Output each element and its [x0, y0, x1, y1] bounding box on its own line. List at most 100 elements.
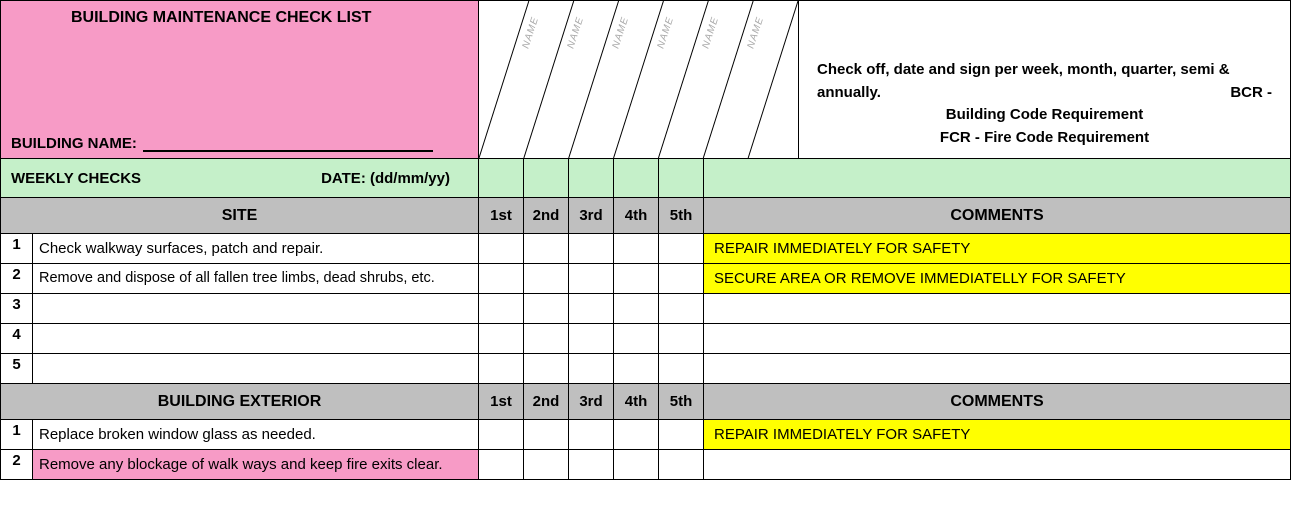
table-row: 2 Remove any blockage of walk ways and k…	[0, 450, 1291, 480]
check-cell[interactable]	[479, 420, 524, 449]
check-cell[interactable]	[569, 324, 614, 353]
check-cell[interactable]	[569, 234, 614, 263]
check-cell[interactable]	[614, 324, 659, 353]
check-cell[interactable]	[479, 234, 524, 263]
row-num: 1	[1, 234, 33, 263]
col-2nd: 2nd	[524, 384, 569, 419]
building-name-label: BUILDING NAME:	[11, 135, 137, 152]
row-desc: Remove and dispose of all fallen tree li…	[33, 264, 479, 293]
table-row: 2 Remove and dispose of all fallen tree …	[0, 264, 1291, 294]
weekly-cells	[479, 159, 704, 197]
instructions-fcr: FCR - Fire Code Requirement	[817, 127, 1272, 150]
check-cell[interactable]	[479, 294, 524, 323]
check-cell[interactable]	[659, 294, 704, 323]
row-comment: SECURE AREA OR REMOVE IMMEDIATELLY FOR S…	[704, 264, 1290, 293]
check-cell[interactable]	[659, 234, 704, 263]
row-comment	[704, 324, 1290, 353]
col-2nd: 2nd	[524, 198, 569, 233]
row-comment	[704, 450, 1290, 479]
row-desc	[33, 294, 479, 323]
check-cell[interactable]	[569, 420, 614, 449]
check-cell[interactable]	[524, 234, 569, 263]
weekly-cell[interactable]	[569, 159, 614, 197]
col-5th: 5th	[659, 198, 704, 233]
weekly-cell[interactable]	[659, 159, 704, 197]
check-cell[interactable]	[614, 264, 659, 293]
row-desc: Remove any blockage of walk ways and kee…	[33, 450, 479, 479]
check-cell[interactable]	[614, 354, 659, 383]
building-name-row: BUILDING NAME:	[11, 135, 433, 152]
col-1st: 1st	[479, 198, 524, 233]
check-cell[interactable]	[659, 450, 704, 479]
page-title: BUILDING MAINTENANCE CHECK LIST	[71, 9, 468, 27]
check-cell[interactable]	[614, 450, 659, 479]
row-comment	[704, 354, 1290, 383]
check-cell[interactable]	[524, 420, 569, 449]
weekly-left: WEEKLY CHECKS DATE: (dd/mm/yy)	[1, 159, 479, 197]
check-cell[interactable]	[479, 450, 524, 479]
weekly-cell[interactable]	[524, 159, 569, 197]
row-comment: REPAIR IMMEDIATELY FOR SAFETY	[704, 234, 1290, 263]
col-3rd: 3rd	[569, 384, 614, 419]
col-4th: 4th	[614, 198, 659, 233]
col-3rd: 3rd	[569, 198, 614, 233]
check-cell[interactable]	[659, 354, 704, 383]
check-cell[interactable]	[524, 324, 569, 353]
header-area: BUILDING MAINTENANCE CHECK LIST BUILDING…	[0, 0, 1291, 158]
weekly-cell[interactable]	[479, 159, 524, 197]
instructions-line1: Check off, date and sign per week, month…	[817, 61, 1230, 101]
col-5th: 5th	[659, 384, 704, 419]
check-cell[interactable]	[524, 294, 569, 323]
col-comments: COMMENTS	[704, 198, 1290, 233]
row-num: 2	[1, 264, 33, 293]
check-cell[interactable]	[479, 264, 524, 293]
table-row: 5	[0, 354, 1291, 384]
instructions-bcr-prefix: BCR -	[1230, 82, 1272, 105]
check-cell[interactable]	[614, 420, 659, 449]
section-title: SITE	[1, 198, 479, 233]
title-box: BUILDING MAINTENANCE CHECK LIST BUILDING…	[1, 1, 479, 158]
check-cell[interactable]	[569, 354, 614, 383]
weekly-cell[interactable]	[614, 159, 659, 197]
check-cell[interactable]	[614, 234, 659, 263]
weekly-label: WEEKLY CHECKS	[11, 170, 141, 187]
section-title: BUILDING EXTERIOR	[1, 384, 479, 419]
row-desc	[33, 324, 479, 353]
check-cell[interactable]	[524, 450, 569, 479]
col-4th: 4th	[614, 384, 659, 419]
row-num: 4	[1, 324, 33, 353]
instructions-bcr: Building Code Requirement	[817, 104, 1272, 127]
check-cell[interactable]	[569, 264, 614, 293]
row-num: 3	[1, 294, 33, 323]
check-cell[interactable]	[569, 450, 614, 479]
col-1st: 1st	[479, 384, 524, 419]
name-columns: NAME NAME NAME NAME NAME NAME	[479, 1, 799, 158]
table-row: 1 Check walkway surfaces, patch and repa…	[0, 234, 1291, 264]
instructions-box: Check off, date and sign per week, month…	[799, 1, 1290, 158]
check-cell[interactable]	[569, 294, 614, 323]
table-row: 3	[0, 294, 1291, 324]
row-desc	[33, 354, 479, 383]
row-desc-text: Remove and dispose of all fallen tree li…	[39, 271, 472, 286]
check-cell[interactable]	[659, 420, 704, 449]
row-num: 2	[1, 450, 33, 479]
row-desc: Check walkway surfaces, patch and repair…	[33, 234, 479, 263]
check-cell[interactable]	[659, 264, 704, 293]
check-cell[interactable]	[659, 324, 704, 353]
row-num: 1	[1, 420, 33, 449]
check-cell[interactable]	[479, 354, 524, 383]
check-cell[interactable]	[614, 294, 659, 323]
table-row: 1 Replace broken window glass as needed.…	[0, 420, 1291, 450]
table-row: 4	[0, 324, 1291, 354]
section-header-exterior: BUILDING EXTERIOR 1st 2nd 3rd 4th 5th CO…	[0, 384, 1291, 420]
building-name-input-line[interactable]	[143, 150, 433, 152]
check-cell[interactable]	[479, 324, 524, 353]
weekly-rest	[704, 159, 1290, 197]
row-comment	[704, 294, 1290, 323]
check-cell[interactable]	[524, 264, 569, 293]
row-desc: Replace broken window glass as needed.	[33, 420, 479, 449]
row-comment: REPAIR IMMEDIATELY FOR SAFETY	[704, 420, 1290, 449]
row-num: 5	[1, 354, 33, 383]
col-comments: COMMENTS	[704, 384, 1290, 419]
check-cell[interactable]	[524, 354, 569, 383]
